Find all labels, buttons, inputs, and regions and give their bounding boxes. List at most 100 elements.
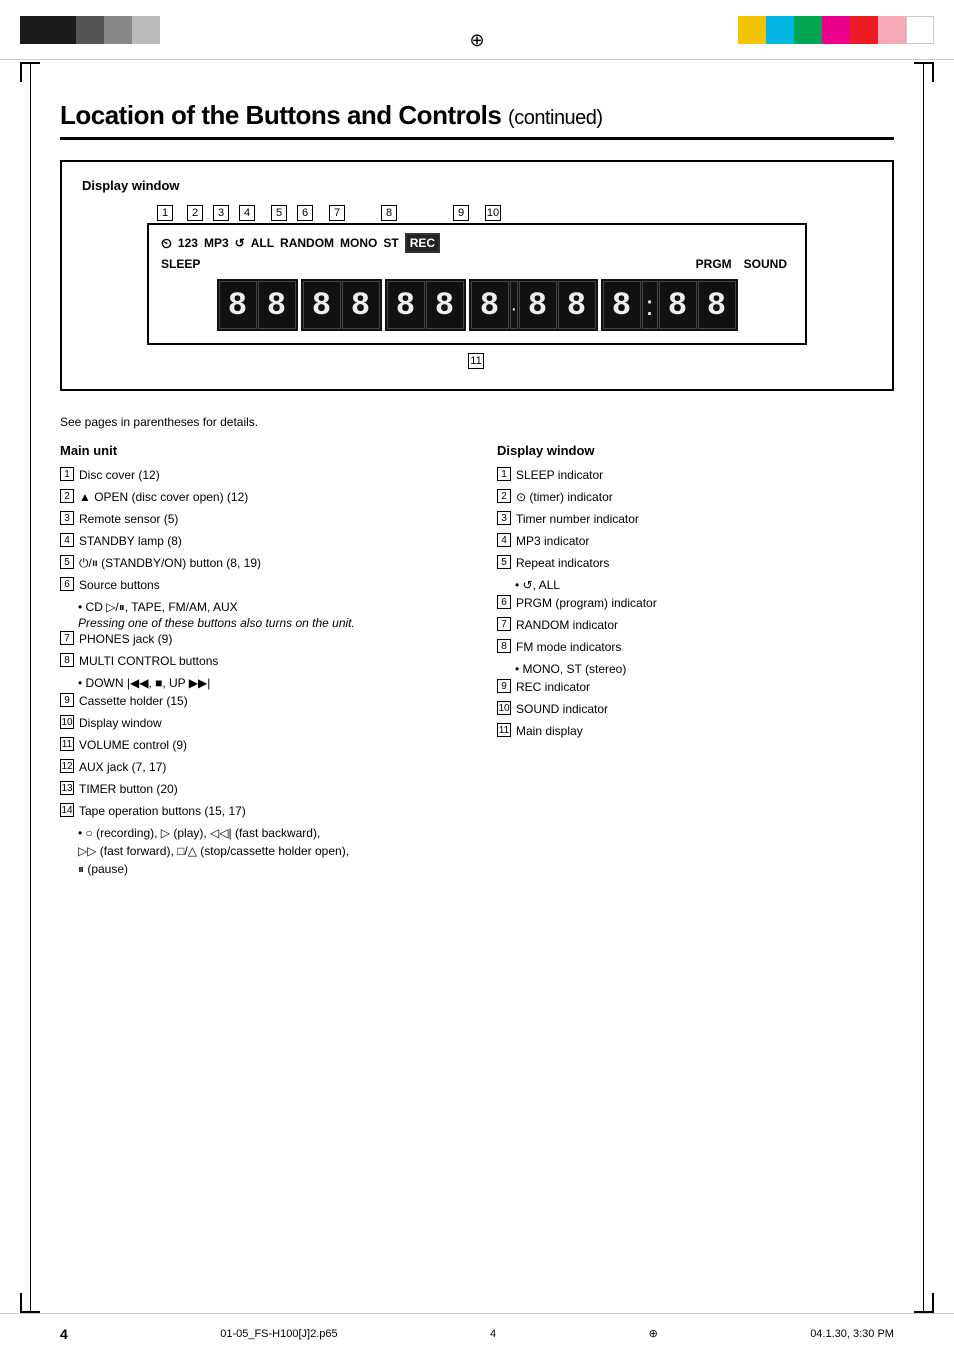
list-item: 4 STANDBY lamp (8) [60, 532, 457, 550]
dw-item-text-5: Repeat indicators [516, 554, 894, 572]
display-mono: MONO [340, 236, 377, 250]
dw-list-item: 5 Repeat indicators [497, 554, 894, 572]
dw-item-text-7: RANDOM indicator [516, 616, 894, 634]
see-pages-text: See pages in parentheses for details. [60, 415, 894, 429]
side-line-right [923, 62, 924, 1313]
footer-file-ref: 01-05_FS-H100[J]2.p65 [220, 1328, 337, 1340]
item-num-5: 5 [60, 555, 74, 569]
display-window-list-section: Display window 1 SLEEP indicator 2 ⊙ (ti… [497, 443, 894, 878]
label-4: 4 [239, 205, 255, 221]
label-2: 2 [187, 205, 203, 221]
list-item: 2 ▲ OPEN (disc cover open) (12) [60, 488, 457, 506]
lcd-group-5: 8 : 8 8 [601, 279, 738, 331]
two-col-layout: Main unit 1 Disc cover (12) 2 ▲ OPEN (di… [60, 443, 894, 878]
item-text-3: Remote sensor (5) [79, 510, 457, 528]
dw-item-num-10: 10 [497, 701, 511, 715]
footer-compass: ⊕ [649, 1327, 658, 1340]
display-all: ALL [251, 236, 274, 250]
dw-list-item: 11 Main display [497, 722, 894, 740]
list-item: 12 AUX jack (7, 17) [60, 758, 457, 776]
lcd-d4: 8 [342, 281, 380, 329]
footer-date: 04.1.30, 3:30 PM [810, 1328, 894, 1340]
bar-gray [104, 16, 132, 44]
dw-item-text-11: Main display [516, 722, 894, 740]
list-item: 6 Source buttons [60, 576, 457, 594]
bar-green [794, 16, 822, 44]
list-item: 8 MULTI CONTROL buttons [60, 652, 457, 670]
page-title-section: Location of the Buttons and Controls (co… [60, 100, 894, 140]
list-item: 9 Cassette holder (15) [60, 692, 457, 710]
dw-item-num-1: 1 [497, 467, 511, 481]
list-item: 7 PHONES jack (9) [60, 630, 457, 648]
list-item: 14 Tape operation buttons (15, 17) [60, 802, 457, 820]
list-subitem-14c: ⏸ (pause) [78, 860, 457, 878]
item-text-11: VOLUME control (9) [79, 736, 457, 754]
label-5: 5 [271, 205, 287, 221]
page-title: Location of the Buttons and Controls (co… [60, 100, 894, 131]
list-subitem-8a: • DOWN |◀◀, ■, UP ▶▶| [78, 674, 457, 692]
top-number-labels: 1 2 3 4 5 6 7 8 9 10 [147, 205, 807, 223]
label-3: 3 [213, 205, 229, 221]
dw-item-num-7: 7 [497, 617, 511, 631]
display-sleep: SLEEP [161, 257, 200, 271]
lcd-d1: 8 [219, 281, 257, 329]
item-num-3: 3 [60, 511, 74, 525]
dw-item-text-9: REC indicator [516, 678, 894, 696]
dw-item-text-2: ⊙ (timer) indicator [516, 488, 894, 506]
label-1: 1 [157, 205, 173, 221]
dw-list-item: 9 REC indicator [497, 678, 894, 696]
timer-icon: ⏲ [161, 235, 172, 252]
bar-magenta [822, 16, 850, 44]
item-text-9: Cassette holder (15) [79, 692, 457, 710]
bar-red [850, 16, 878, 44]
lcd-d7: 8 [471, 281, 509, 329]
lcd-d2: 8 [258, 281, 296, 329]
lcd-d9: 8 [558, 281, 596, 329]
item-num-13: 13 [60, 781, 74, 795]
bar-yellow [738, 16, 766, 44]
lcd-colon1: : [642, 281, 658, 329]
dw-list-item: 4 MP3 indicator [497, 532, 894, 550]
dw-list-item: 6 PRGM (program) indicator [497, 594, 894, 612]
lcd-d5: 8 [387, 281, 425, 329]
item-text-12: AUX jack (7, 17) [79, 758, 457, 776]
color-bars-left [20, 16, 160, 44]
display-123: 123 [178, 236, 198, 250]
display-window-list-title: Display window [497, 443, 894, 458]
list-subitem-6b-italic: Pressing one of these buttons also turns… [78, 616, 457, 630]
display-st: ST [383, 236, 398, 250]
dw-item-num-6: 6 [497, 595, 511, 609]
label-8: 8 [381, 205, 397, 221]
lcd-group-1: 8 8 [217, 279, 298, 331]
dw-list-item: 8 FM mode indicators [497, 638, 894, 656]
dw-list-item: 2 ⊙ (timer) indicator [497, 488, 894, 506]
item-num-9: 9 [60, 693, 74, 707]
dw-list-item: 3 Timer number indicator [497, 510, 894, 528]
display-window-label: Display window [82, 178, 872, 193]
list-item: 11 VOLUME control (9) [60, 736, 457, 754]
item-text-13: TIMER button (20) [79, 780, 457, 798]
dw-item-num-3: 3 [497, 511, 511, 525]
dw-subitem-5a: • ↺, ALL [515, 576, 894, 594]
display-repeat-arrow: ↺ [235, 236, 245, 250]
corner-mark-tr [914, 62, 934, 82]
bar-cyan [766, 16, 794, 44]
dw-list-item: 1 SLEEP indicator [497, 466, 894, 484]
dw-subitem-8a: • MONO, ST (stereo) [515, 660, 894, 678]
dw-item-num-5: 5 [497, 555, 511, 569]
dw-item-text-1: SLEEP indicator [516, 466, 894, 484]
item-num-6: 6 [60, 577, 74, 591]
display-random: RANDOM [280, 236, 334, 250]
lcd-d8: 8 [519, 281, 557, 329]
item-text-8: MULTI CONTROL buttons [79, 652, 457, 670]
page-content: Location of the Buttons and Controls (co… [0, 60, 954, 918]
label-11: 11 [468, 353, 484, 369]
dw-item-num-9: 9 [497, 679, 511, 693]
dw-item-text-4: MP3 indicator [516, 532, 894, 550]
bar-white [906, 16, 934, 44]
header-bar: ⊕ [0, 0, 954, 60]
dw-list-item: 10 SOUND indicator [497, 700, 894, 718]
dw-item-text-8: FM mode indicators [516, 638, 894, 656]
lcd-d6: 8 [426, 281, 464, 329]
bar-black-2 [48, 16, 76, 44]
